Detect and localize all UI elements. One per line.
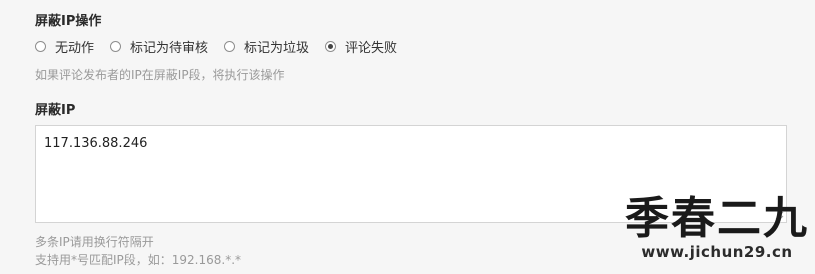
block-action-title: 屏蔽IP操作 — [35, 14, 102, 29]
radio-label: 标记为垃圾 — [244, 41, 310, 56]
block-ip-title: 屏蔽IP — [35, 103, 76, 118]
block-action-radio-group: 无动作 标记为待审核 标记为垃圾 评论失败 — [35, 37, 413, 56]
radio-comment-fail[interactable]: 评论失败 — [325, 37, 397, 56]
radio-label: 标记为待审核 — [130, 41, 209, 56]
radio-button[interactable] — [110, 41, 122, 52]
radio-button[interactable] — [224, 41, 236, 52]
radio-button[interactable] — [35, 41, 46, 52]
radio-mark-pending[interactable]: 标记为待审核 — [110, 37, 208, 56]
block-ip-value: 117.136.88.246 — [44, 136, 148, 151]
block-action-hint: 如果评论发布者的IP在屏蔽IP段，将执行该操作 — [35, 68, 285, 82]
radio-no-action[interactable]: 无动作 — [35, 37, 94, 56]
radio-button-selected[interactable] — [325, 41, 337, 52]
watermark-title: 季春二九 — [625, 193, 809, 244]
block-ip-hint-1: 多条IP请用换行符隔开 — [35, 235, 154, 249]
radio-mark-spam[interactable]: 标记为垃圾 — [224, 37, 309, 56]
radio-label: 评论失败 — [345, 41, 398, 56]
radio-label: 无动作 — [55, 41, 95, 56]
watermark: 季春二九 www.jichun29.cn — [625, 193, 809, 262]
block-ip-hint-2: 支持用*号匹配IP段，如：192.168.*.* — [35, 253, 242, 267]
watermark-url: www.jichun29.cn — [641, 243, 793, 261]
